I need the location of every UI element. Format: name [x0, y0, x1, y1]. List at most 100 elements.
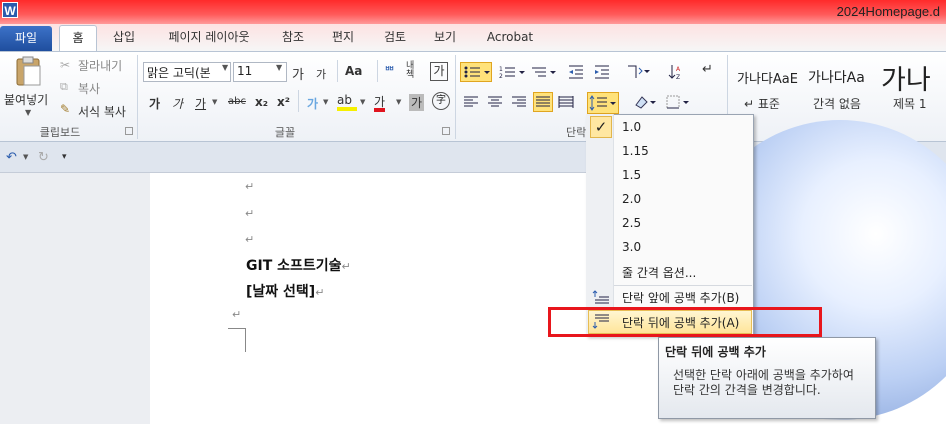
align-center-icon[interactable]	[487, 94, 503, 113]
enclose-char-icon[interactable]: 字	[432, 92, 450, 110]
char-border-button[interactable]: 가	[430, 62, 448, 81]
char-shading-button[interactable]: 가	[409, 94, 425, 111]
paragraph-mark: ↵	[341, 260, 351, 273]
date-placeholder-text: [날짜 선택]	[246, 284, 316, 300]
text-effects-dropdown-icon[interactable]: ▼	[323, 98, 328, 106]
word-app-icon[interactable]: W	[2, 2, 18, 18]
format-painter-button[interactable]: 서식 복사	[78, 103, 126, 120]
doc-line-date[interactable]: [날짜 선택]↵	[246, 281, 324, 301]
line-spacing-option-1-5[interactable]: 1.5	[587, 164, 753, 188]
strikethrough-button[interactable]: abc	[228, 96, 246, 107]
tab-review[interactable]: 검토	[376, 24, 414, 51]
asian-layout-icon[interactable]	[625, 62, 651, 85]
font-color-dropdown-icon[interactable]: ▼	[396, 98, 401, 106]
numbering-icon[interactable]: 12	[498, 63, 526, 84]
italic-button[interactable]: 가	[172, 95, 183, 112]
font-color-button[interactable]: 가	[374, 93, 386, 112]
underline-dropdown-icon[interactable]: ▼	[212, 98, 217, 106]
customize-qat-icon[interactable]: ▾	[62, 152, 67, 162]
tab-view[interactable]: 보기	[426, 24, 464, 51]
superscript-button[interactable]: x²	[277, 95, 290, 109]
style-sample-normal[interactable]: 가나다AaE	[737, 68, 799, 87]
tab-references[interactable]: 참조	[274, 24, 312, 51]
change-case-button[interactable]: Aa	[345, 64, 362, 78]
svg-text:2: 2	[499, 73, 503, 80]
redo-icon[interactable]: ↻	[38, 150, 49, 165]
align-left-icon[interactable]	[463, 94, 479, 113]
copy-icon[interactable]: ⧉	[60, 80, 68, 94]
paste-button[interactable]: 붙여넣기	[4, 91, 48, 108]
style-name-no-spacing[interactable]: 간격 없음	[813, 95, 861, 112]
paste-icon[interactable]	[14, 56, 44, 88]
line-spacing-option-1-0[interactable]: 1.0	[587, 116, 753, 140]
grow-font-button[interactable]: 가	[292, 64, 304, 83]
phonetic-guide-icon[interactable]: 내첵	[406, 62, 426, 82]
group-divider	[455, 55, 456, 139]
line-spacing-button[interactable]	[587, 92, 619, 114]
distribute-icon[interactable]	[558, 94, 574, 113]
font-size-dropdown-icon[interactable]: ▼	[276, 63, 282, 72]
line-spacing-option-3-0[interactable]: 3.0	[587, 236, 753, 260]
doc-line-company[interactable]: GIT 소프트기술↵	[246, 255, 351, 275]
shading-icon[interactable]	[632, 93, 660, 114]
bullets-button[interactable]	[460, 62, 492, 82]
copy-button[interactable]: 복사	[78, 80, 100, 97]
tab-home[interactable]: 홈	[59, 25, 97, 51]
borders-icon[interactable]	[665, 93, 693, 114]
sort-icon[interactable]: AZ	[667, 62, 685, 85]
bold-button[interactable]: 가	[149, 95, 160, 112]
highlight-dropdown-icon[interactable]: ▼	[360, 98, 365, 106]
multilevel-list-icon[interactable]	[530, 63, 558, 84]
style-name-normal[interactable]: ↵ 표준	[744, 95, 780, 112]
text-effects-button[interactable]: 가	[307, 95, 318, 112]
highlight-color-icon[interactable]: ab	[337, 93, 357, 111]
font-name-dropdown-icon[interactable]: ▼	[222, 63, 228, 72]
add-space-before-item[interactable]: 단락 앞에 공백 추가(B)	[587, 285, 753, 309]
decrease-indent-icon[interactable]	[567, 63, 585, 84]
font-name-field[interactable]: 맑은 고딕(본	[143, 62, 231, 82]
highlight-annotation-box	[548, 307, 822, 337]
shrink-font-button[interactable]: 가	[316, 66, 326, 82]
cut-button[interactable]: 잘라내기	[78, 57, 122, 74]
align-right-icon[interactable]	[511, 94, 527, 113]
paragraph-mark: ↵	[315, 286, 325, 299]
style-sample-heading1[interactable]: 가나	[881, 58, 946, 97]
clear-format-icon[interactable]: ᄈ	[384, 62, 402, 80]
show-marks-icon[interactable]: ↵	[702, 62, 713, 77]
style-sample-no-spacing[interactable]: 가나다Aa	[808, 67, 870, 87]
font-dialog-launcher-icon[interactable]	[442, 127, 450, 135]
tooltip-body: 선택한 단락 아래에 공백을 추가하여 단락 간의 간격을 변경합니다.	[673, 368, 854, 397]
tab-acrobat[interactable]: Acrobat	[480, 24, 540, 51]
group-divider	[298, 90, 299, 112]
justify-button[interactable]	[533, 92, 553, 112]
paste-dropdown-icon[interactable]: ▼	[25, 108, 31, 117]
ribbon-tab-bar: 파일 홈 삽입 페이지 레이아웃 참조 편지 검토 보기 Acrobat	[0, 24, 946, 51]
clipboard-dialog-launcher-icon[interactable]	[125, 127, 133, 135]
group-divider	[137, 55, 138, 139]
paragraph-mark: ↵	[245, 180, 255, 193]
tab-page-layout[interactable]: 페이지 레이아웃	[156, 24, 262, 51]
underline-button[interactable]: 가	[195, 95, 206, 112]
svg-text:Z: Z	[676, 74, 680, 81]
style-name-heading1[interactable]: 제목 1	[893, 95, 927, 112]
cut-icon[interactable]: ✂	[60, 58, 70, 72]
undo-dropdown-icon[interactable]: ▼	[23, 153, 28, 161]
tooltip-title: 단락 뒤에 공백 추가	[665, 345, 766, 359]
line-spacing-options-item[interactable]: 줄 간격 옵션...	[587, 260, 753, 284]
line-spacing-option-2-5[interactable]: 2.5	[587, 212, 753, 236]
undo-icon[interactable]: ↶	[6, 150, 17, 165]
window-title: 2024Homepage.d	[836, 4, 940, 19]
svg-text:A: A	[676, 66, 681, 73]
margin-corner-mark	[228, 328, 246, 352]
paragraph-mark: ↵	[232, 308, 242, 321]
subscript-button[interactable]: x₂	[255, 95, 268, 109]
increase-indent-icon[interactable]	[593, 63, 611, 84]
tab-file[interactable]: 파일	[0, 26, 52, 51]
line-spacing-option-2-0[interactable]: 2.0	[587, 188, 753, 212]
tab-mailings[interactable]: 편지	[324, 24, 362, 51]
line-spacing-option-1-15[interactable]: 1.15	[587, 140, 753, 164]
tab-insert[interactable]: 삽입	[104, 24, 144, 51]
paragraph-mark: ↵	[245, 207, 255, 220]
format-painter-icon[interactable]: ✎	[60, 102, 70, 116]
svg-text:1: 1	[499, 66, 503, 73]
